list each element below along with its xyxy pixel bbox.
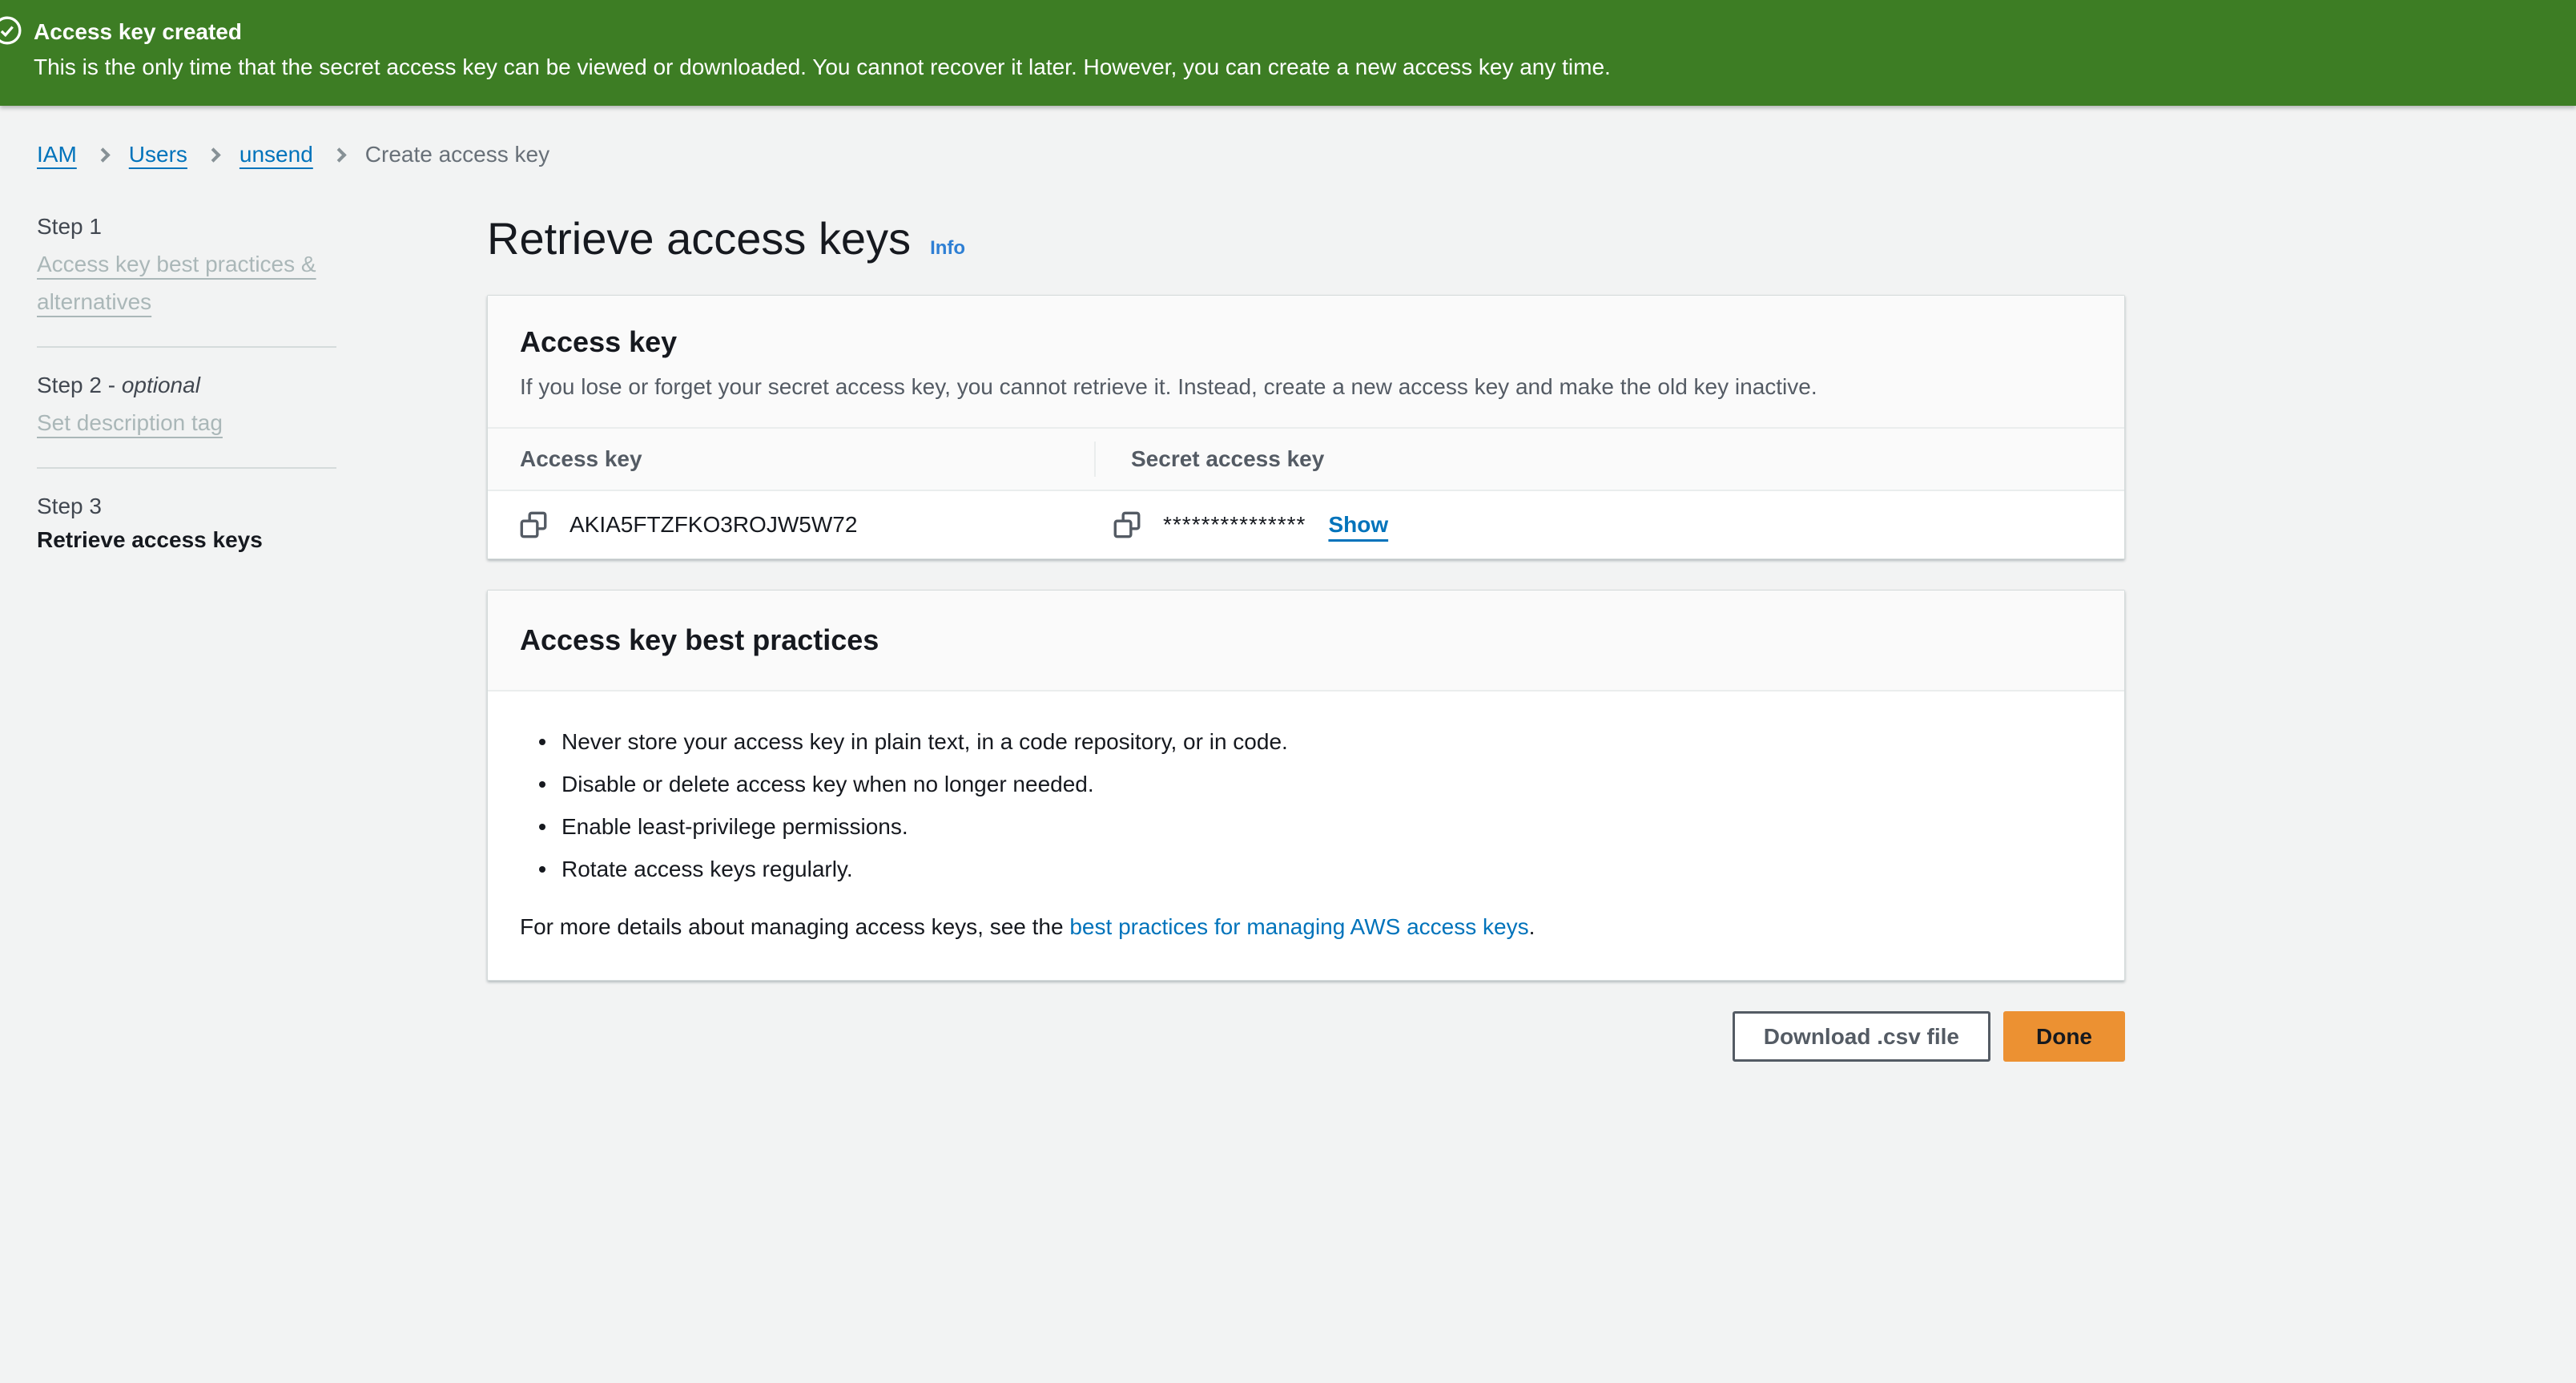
success-flashbar: Access key created This is the only time… — [0, 0, 2576, 106]
breadcrumb-unsend[interactable]: unsend — [239, 141, 313, 168]
access-key-card: Access key If you lose or forget your se… — [487, 295, 2125, 559]
breadcrumb-iam[interactable]: IAM — [37, 141, 77, 168]
chevron-right-icon — [332, 147, 346, 162]
page-title: Retrieve access keys — [487, 213, 911, 264]
access-key-card-header: Access key If you lose or forget your se… — [488, 296, 2124, 429]
step2-label: Step 2 - optional — [37, 372, 336, 399]
list-item: Disable or delete access key when no lon… — [520, 763, 2092, 805]
step-divider — [37, 346, 336, 348]
done-button[interactable]: Done — [2003, 1011, 2125, 1062]
step2-optional: optional — [122, 373, 200, 397]
access-key-card-description: If you lose or forget your secret access… — [520, 373, 2092, 401]
show-secret-link[interactable]: Show — [1328, 512, 1388, 538]
breadcrumb-users[interactable]: Users — [129, 141, 187, 168]
key-table-row: AKIA5FTZFKO3ROJW5W72 *************** Sho… — [488, 491, 2124, 558]
check-circle-icon — [0, 15, 22, 46]
copy-icon[interactable] — [520, 511, 547, 538]
best-practices-list: Never store your access key in plain tex… — [520, 720, 2092, 890]
wizard-steps: Step 1 Access key best practices & alter… — [37, 213, 487, 1062]
step1-label: Step 1 — [37, 213, 336, 240]
access-key-value: AKIA5FTZFKO3ROJW5W72 — [570, 512, 857, 538]
access-key-card-title: Access key — [520, 325, 2092, 360]
copy-icon[interactable] — [1113, 511, 1141, 538]
action-bar: Download .csv file Done — [487, 1011, 2125, 1062]
breadcrumb: IAM Users unsend Create access key — [37, 141, 2576, 168]
banner-message: This is the only time that the secret ac… — [34, 53, 2528, 82]
secret-key-masked-value: *************** — [1163, 512, 1306, 538]
step-divider — [37, 467, 336, 469]
best-practices-card-title: Access key best practices — [520, 623, 2092, 658]
chevron-right-icon — [95, 147, 110, 162]
best-practices-card: Access key best practices Never store yo… — [487, 590, 2125, 981]
chevron-right-icon — [206, 147, 220, 162]
banner-title: Access key created — [34, 18, 2528, 46]
best-practices-card-body: Never store your access key in plain tex… — [488, 692, 2124, 980]
list-item: Never store your access key in plain tex… — [520, 720, 2092, 763]
download-csv-button[interactable]: Download .csv file — [1733, 1011, 1990, 1062]
access-key-column-header: Access key — [520, 446, 642, 472]
list-item: Enable least-privilege permissions. — [520, 805, 2092, 848]
key-table-header: Access key Secret access key — [488, 429, 2124, 491]
step2-link[interactable]: Set description tag — [37, 404, 223, 442]
page-content: IAM Users unsend Create access key Step … — [0, 141, 2576, 1062]
best-practices-card-header: Access key best practices — [488, 591, 2124, 692]
step3-label: Step 3 — [37, 493, 336, 520]
list-item: Rotate access keys regularly. — [520, 848, 2092, 890]
step1-link[interactable]: Access key best practices & alternatives — [37, 245, 336, 321]
best-practices-footer: For more details about managing access k… — [520, 913, 2092, 941]
main-panel: Retrieve access keys Info Access key If … — [487, 213, 2125, 1062]
info-link[interactable]: Info — [930, 237, 965, 260]
breadcrumb-current: Create access key — [365, 141, 549, 168]
secret-key-column-header: Secret access key — [1131, 446, 1324, 472]
best-practices-link[interactable]: best practices for managing AWS access k… — [1069, 914, 1528, 939]
step3-current-title: Retrieve access keys — [37, 526, 336, 554]
